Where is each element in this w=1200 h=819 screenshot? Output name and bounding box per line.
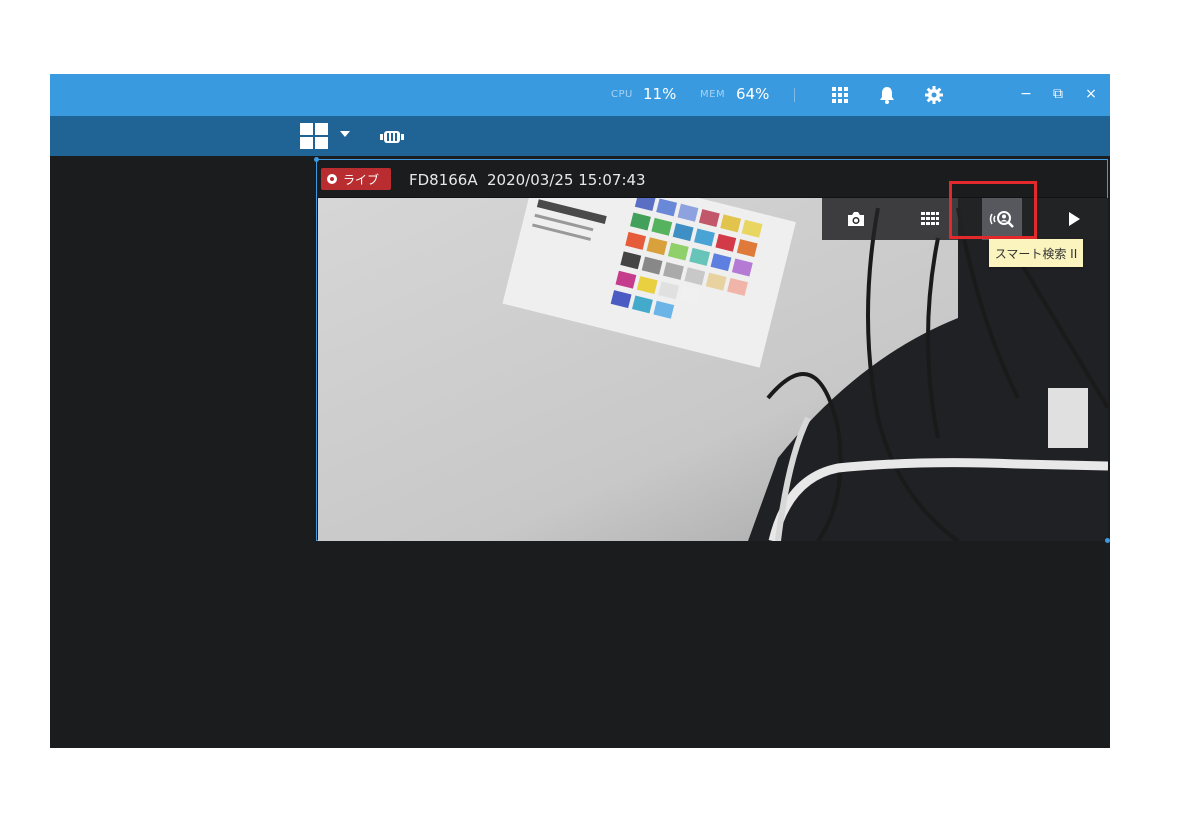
camera-name: FD8166A: [409, 171, 478, 189]
mem-label: MEM: [700, 89, 726, 100]
resize-handle[interactable]: [314, 157, 319, 162]
resize-handle[interactable]: [1105, 538, 1110, 543]
chevron-down-icon[interactable]: [340, 131, 350, 137]
grid-icon[interactable]: [910, 198, 950, 240]
record-icon: [327, 174, 337, 184]
camera-snapshot-icon[interactable]: [836, 198, 876, 240]
live-label: ライブ: [343, 172, 380, 187]
live-badge: ライブ: [321, 168, 391, 190]
grid-apps-icon[interactable]: [830, 85, 850, 105]
titlebar-divider: [794, 88, 795, 102]
mem-value: 64%: [736, 85, 770, 103]
view-toolbar: [50, 116, 1110, 156]
cpu-label: CPU: [611, 89, 633, 100]
timestamp: 2020/03/25 15:07:43: [487, 171, 646, 189]
app-window: CPU 11% MEM 64% − ⧉ × ライブ FD8166A 2020/0…: [50, 74, 1110, 748]
play-icon[interactable]: [1054, 198, 1094, 240]
restore-button[interactable]: ⧉: [1049, 84, 1067, 104]
gear-icon[interactable]: [924, 85, 944, 105]
fisheye-dewarp-icon[interactable]: [380, 129, 404, 143]
title-bar: CPU 11% MEM 64% − ⧉ ×: [50, 74, 1110, 116]
highlight-annotation-box: [949, 181, 1037, 239]
smart-search-tooltip: スマート検索 II: [989, 239, 1083, 267]
close-button[interactable]: ×: [1082, 84, 1100, 104]
cpu-value: 11%: [643, 85, 677, 103]
layout-2x2-icon[interactable]: [300, 123, 328, 149]
minimize-button[interactable]: −: [1017, 84, 1035, 104]
bell-icon[interactable]: [877, 85, 897, 105]
